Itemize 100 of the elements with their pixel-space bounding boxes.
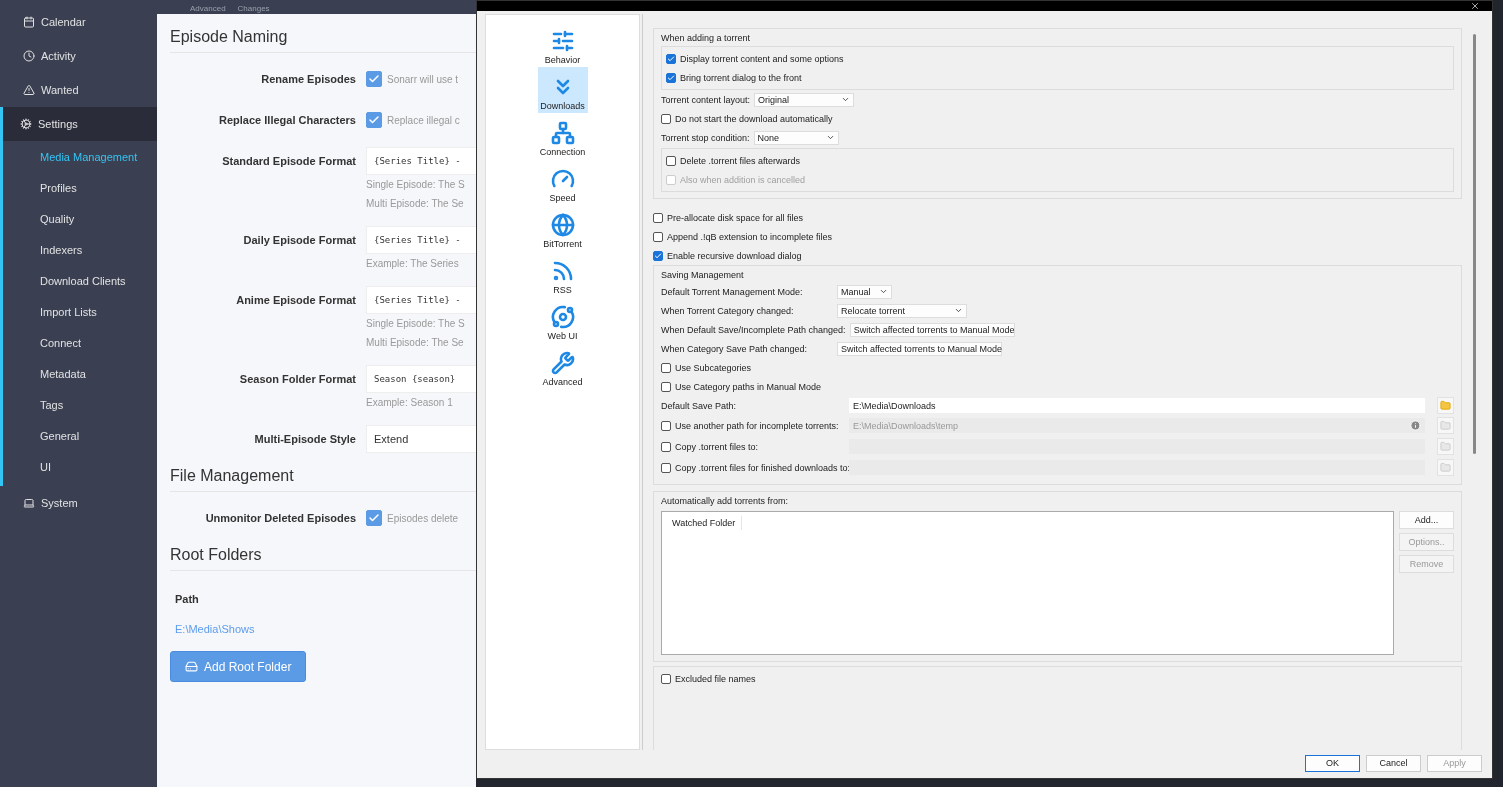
select-field[interactable]: Extend <box>366 425 476 453</box>
wrench-icon <box>550 351 575 375</box>
text-field[interactable]: Season {season} <box>366 365 476 393</box>
dropdown[interactable]: Relocate torrent <box>837 303 967 318</box>
checkbox-label: Use Subcategories <box>675 362 752 373</box>
category-item[interactable]: Web UI <box>537 297 588 343</box>
checkbox[interactable] <box>366 510 382 526</box>
field-label: Daily Episode Format <box>242 233 356 248</box>
nav-subitem[interactable]: UI <box>3 451 157 482</box>
checkbox[interactable] <box>653 231 663 242</box>
dropdown[interactable]: None <box>753 130 839 145</box>
dialog-button[interactable]: OK <box>1305 754 1360 772</box>
nav-subitem[interactable]: Download Clients <box>3 265 157 296</box>
dialog-button[interactable]: Cancel <box>1366 754 1421 772</box>
nav-subitem[interactable]: General <box>3 420 157 451</box>
settings-icon <box>20 118 32 130</box>
section-heading: Episode Naming <box>170 28 476 53</box>
group-title: Automatically add torrents from: <box>661 495 790 508</box>
checkbox[interactable] <box>666 155 676 166</box>
nav-subitem[interactable]: Media Management <box>3 141 157 172</box>
planet-icon <box>550 305 575 329</box>
field-label: Anime Episode Format <box>235 293 356 308</box>
drive-icon <box>185 660 198 673</box>
nav-item[interactable]: System <box>0 486 157 520</box>
check-icon <box>667 73 675 82</box>
nav-subitem[interactable]: Quality <box>3 203 157 234</box>
scrollbar[interactable] <box>1472 34 1476 454</box>
field-label: Unmonitor Deleted Episodes <box>204 511 356 526</box>
section-heading: File Management <box>170 467 476 492</box>
field-label: Replace Illegal Characters <box>218 113 356 128</box>
checkbox[interactable] <box>666 72 676 83</box>
chevron-icon <box>841 95 851 104</box>
checkbox[interactable] <box>661 420 671 431</box>
chevron-icon <box>879 287 888 296</box>
category-item[interactable]: RSS <box>537 251 588 297</box>
nav-subitem[interactable]: Connect <box>3 327 157 358</box>
clock-icon <box>23 50 35 62</box>
nav-subitem[interactable]: Metadata <box>3 358 157 389</box>
field-label: Standard Episode Format <box>221 154 356 169</box>
category-item[interactable]: Advanced <box>537 343 588 389</box>
checkbox[interactable] <box>661 362 671 373</box>
text-field[interactable]: {Series Title} - <box>366 286 476 314</box>
nav-item[interactable]: Activity <box>0 39 157 73</box>
checkbox[interactable] <box>661 113 671 124</box>
check-icon <box>667 54 675 63</box>
list-button[interactable]: Add... <box>1399 511 1454 529</box>
dropdown[interactable]: Switch affected torrents to Manual Mode <box>849 322 1015 337</box>
checkbox-label: Bring torrent dialog to the front <box>680 72 802 83</box>
section-heading: Root Folders <box>170 546 476 571</box>
toolbar-label[interactable]: Changes <box>237 4 270 13</box>
nav-item[interactable]: Wanted <box>0 73 157 107</box>
info-icon <box>1410 420 1421 431</box>
checkbox-label: Excluded file names <box>675 673 756 684</box>
checkbox-label: Copy .torrent files for finished downloads to: <box>675 462 851 473</box>
checkbox[interactable] <box>661 462 671 473</box>
nav-item[interactable]: Calendar <box>0 5 157 39</box>
checkbox[interactable] <box>366 71 382 87</box>
checkbox-label: Use another path for incomplete torrents: <box>675 420 839 431</box>
checkbox-label: Display torrent content and some options <box>680 53 844 64</box>
nav-subitem[interactable]: Indexers <box>3 234 157 265</box>
nav-subitem[interactable]: Import Lists <box>3 296 157 327</box>
checkbox-label: Append .!qB extension to incomplete files <box>667 231 833 242</box>
folder-icon <box>1440 420 1451 431</box>
group-title: When adding a torrent <box>661 32 752 45</box>
checkbox[interactable] <box>666 53 676 64</box>
category-item[interactable]: Downloads <box>537 67 588 113</box>
nav-item[interactable]: Settings <box>0 107 157 141</box>
category-item[interactable]: Connection <box>537 113 588 159</box>
chevron-icon <box>954 306 963 315</box>
dropdown[interactable]: Original <box>754 92 855 107</box>
text-field[interactable]: {Series Title} - <box>366 147 476 175</box>
text-field[interactable]: {Series Title} - <box>366 226 476 254</box>
checkbox[interactable] <box>661 441 671 452</box>
dropdown[interactable]: Switch affected torrents to Manual Mode <box>837 341 1002 356</box>
folder-icon <box>1440 462 1451 473</box>
help-text: Multi Episode: The Se <box>366 336 465 350</box>
dropdown[interactable]: Manual <box>837 284 892 299</box>
folder-icon <box>1440 400 1451 411</box>
checkbox[interactable] <box>653 250 663 261</box>
nav-subitem[interactable]: Tags <box>3 389 157 420</box>
checkbox-label: Pre-allocate disk space for all files <box>667 212 804 223</box>
nav-subitem[interactable]: Profiles <box>3 172 157 203</box>
folder-icon <box>1440 441 1451 452</box>
close-icon[interactable] <box>1470 1 1480 11</box>
check-icon <box>654 251 662 260</box>
path-field[interactable]: E:\Media\Downloads <box>849 398 1425 413</box>
toolbar-label[interactable]: Advanced <box>190 4 226 13</box>
checkbox[interactable] <box>653 212 663 223</box>
field-label: Default Torrent Management Mode: <box>661 286 804 297</box>
checkbox[interactable] <box>661 673 671 684</box>
checkbox[interactable] <box>661 381 671 392</box>
help-text: Multi Episode: The Se <box>366 197 465 211</box>
checkbox[interactable] <box>366 112 382 128</box>
group-title: Saving Management <box>661 269 745 282</box>
calendar-icon <box>23 16 35 28</box>
check-icon <box>368 512 380 524</box>
category-item[interactable]: BitTorrent <box>537 205 588 251</box>
category-item[interactable]: Speed <box>537 159 588 205</box>
chevron-icon <box>825 133 835 142</box>
category-item[interactable]: Behavior <box>537 21 588 67</box>
